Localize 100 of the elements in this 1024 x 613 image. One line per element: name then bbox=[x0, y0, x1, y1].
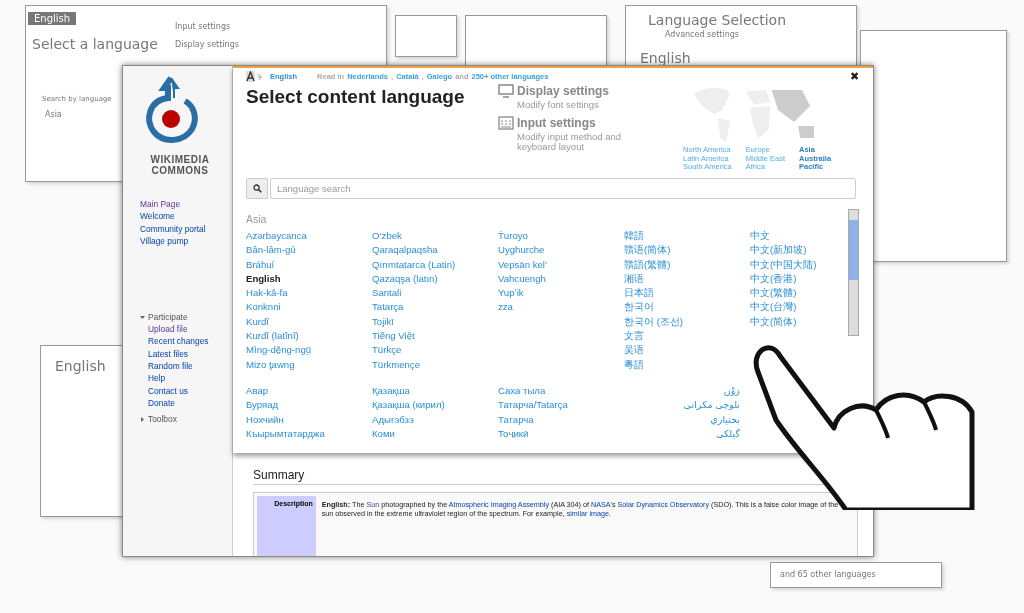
sketch-note: Language Selection bbox=[648, 12, 787, 28]
language-item[interactable]: Tatarça bbox=[372, 300, 404, 315]
language-item[interactable]: 贛语(简体) bbox=[624, 243, 671, 258]
language-item[interactable]: Буряад bbox=[246, 398, 279, 413]
language-item[interactable]: Konknni bbox=[246, 300, 281, 315]
language-item[interactable]: Mìng-dĕ̤ng-ngṳ̄ bbox=[246, 343, 312, 358]
language-item[interactable]: Mizo ţawng bbox=[246, 357, 295, 372]
dialog-title: Select content language bbox=[246, 86, 466, 109]
language-item[interactable]: Қазақша (кирил) bbox=[372, 398, 445, 413]
language-item[interactable]: بلوچی مکرانی bbox=[683, 398, 740, 413]
sketch-note: English bbox=[55, 358, 106, 374]
section-heading[interactable]: Participate bbox=[148, 311, 188, 324]
nav-link[interactable]: Random file bbox=[148, 360, 193, 373]
language-item[interactable]: Нохчийн bbox=[246, 412, 284, 427]
language-item[interactable]: Татарча/Tatarça bbox=[498, 398, 568, 413]
language-item[interactable]: zza bbox=[498, 300, 513, 315]
language-item[interactable]: 湘语 bbox=[624, 271, 644, 287]
language-item[interactable]: Tojikī bbox=[372, 314, 394, 330]
settings-description: Modify font settings bbox=[517, 100, 600, 110]
language-item[interactable]: 中文(繁體) bbox=[750, 286, 797, 301]
language-item[interactable]: Vahcuengh bbox=[498, 271, 546, 287]
caret-right-icon[interactable] bbox=[140, 416, 145, 422]
nav-link[interactable]: Upload file bbox=[148, 323, 188, 336]
sketch-note: and 65 other languages bbox=[780, 570, 876, 579]
search-button[interactable] bbox=[246, 178, 268, 199]
nav-link[interactable]: Contact us bbox=[148, 384, 189, 397]
language-item[interactable]: 中文 bbox=[750, 229, 770, 244]
language-item[interactable]: Santali bbox=[372, 286, 402, 301]
language-item[interactable]: Kurdî (latînî) bbox=[246, 329, 299, 344]
language-item[interactable]: Саха тыла bbox=[498, 383, 546, 399]
nav-link[interactable]: Village pump bbox=[140, 234, 189, 248]
sketch-note: Select a language bbox=[32, 36, 158, 52]
language-item[interactable]: گیلکی bbox=[716, 426, 740, 442]
language-item[interactable]: 한국어 (조선) bbox=[624, 314, 684, 330]
logo-text: WIKIMEDIA bbox=[149, 154, 211, 165]
close-button[interactable]: ✖ bbox=[850, 70, 859, 83]
language-item[interactable]: Türkçe bbox=[372, 343, 402, 358]
language-item[interactable]: 中文(简体) bbox=[750, 314, 797, 330]
settings-description: Modify input method and keyboard layout bbox=[517, 132, 623, 152]
language-item[interactable]: Bân-lâm-gú bbox=[246, 243, 296, 258]
section-heading[interactable]: Toolbox bbox=[148, 413, 177, 426]
language-item[interactable]: Qırımtatarca (Latin) bbox=[372, 257, 456, 272]
nav-link[interactable]: Recent changes bbox=[148, 335, 209, 348]
language-item[interactable]: 中文(台灣) bbox=[750, 300, 797, 315]
nav-link[interactable]: Help bbox=[148, 372, 166, 385]
nav-link[interactable]: Welcome bbox=[140, 210, 175, 223]
sketch-panel bbox=[395, 15, 457, 57]
language-item[interactable]: 贛語(繁體) bbox=[624, 257, 671, 272]
language-item[interactable]: Qaraqalpaqsha bbox=[372, 243, 438, 258]
search-icon bbox=[252, 184, 262, 193]
language-item[interactable]: Коми bbox=[372, 426, 395, 442]
language-item[interactable]: Türkmençe bbox=[372, 357, 420, 372]
keyboard-icon[interactable] bbox=[498, 116, 514, 130]
language-item[interactable]: 粵語 bbox=[624, 357, 644, 372]
language-item[interactable]: O‘zbek bbox=[372, 229, 402, 244]
sketch-note: Display settings bbox=[175, 40, 239, 49]
sketch-note: English bbox=[28, 12, 77, 25]
nav-link[interactable]: Latest files bbox=[148, 347, 189, 361]
language-item[interactable]: Uyghurche bbox=[498, 243, 545, 258]
language-item[interactable]: Ṫuroyo bbox=[498, 229, 528, 244]
language-item[interactable]: Адыгэбзэ bbox=[372, 412, 414, 427]
scroll-thumb[interactable] bbox=[849, 220, 858, 280]
scrollbar[interactable] bbox=[848, 209, 859, 336]
language-item[interactable]: 韓語 bbox=[624, 229, 644, 244]
language-item[interactable]: Hak-kâ-fa bbox=[246, 286, 288, 301]
language-item[interactable]: 中文(香港) bbox=[750, 271, 797, 287]
language-item[interactable]: 한국어 bbox=[624, 300, 654, 315]
language-item[interactable]: 吴语 bbox=[624, 343, 644, 358]
language-item[interactable]: زوْن bbox=[723, 383, 740, 399]
language-item[interactable]: English bbox=[246, 271, 281, 287]
sketch-note: English bbox=[640, 50, 691, 66]
language-item[interactable]: 中文(中国大陆) bbox=[750, 257, 817, 272]
group-heading: Asia bbox=[246, 213, 268, 225]
language-icon bbox=[246, 71, 264, 82]
caret-down-icon[interactable] bbox=[140, 314, 145, 320]
language-item[interactable]: 文言 bbox=[624, 329, 644, 344]
nav-link[interactable]: Community portal bbox=[140, 222, 206, 235]
language-item[interactable]: Авар bbox=[246, 383, 269, 399]
settings-link[interactable]: Display settings bbox=[517, 84, 652, 98]
language-item[interactable]: بختياري bbox=[710, 412, 740, 427]
language-item[interactable]: Tiếng Việt bbox=[372, 329, 415, 344]
sketch-note: Input settings bbox=[175, 22, 231, 31]
settings-link[interactable]: Input settings bbox=[517, 116, 652, 130]
monitor-icon[interactable] bbox=[498, 84, 514, 98]
language-item[interactable]: Yupʼik bbox=[498, 286, 524, 301]
nav-link[interactable]: Main Page bbox=[140, 198, 181, 211]
sketch-note: Asia bbox=[45, 110, 62, 119]
language-item[interactable]: Vepsän kel’ bbox=[498, 257, 548, 272]
language-item[interactable]: Azərbaycanca bbox=[246, 229, 307, 244]
language-item[interactable]: Къырымтатарджа bbox=[246, 426, 325, 442]
search-field[interactable]: Language search bbox=[270, 178, 856, 199]
language-item[interactable]: Qazaqşa (latın) bbox=[372, 271, 438, 287]
language-item[interactable]: Татарча bbox=[498, 412, 534, 427]
language-item[interactable]: Bráhuí bbox=[246, 257, 275, 272]
language-item[interactable]: Kurdî bbox=[246, 314, 269, 330]
language-item[interactable]: 中文(新加坡) bbox=[750, 243, 807, 258]
nav-link[interactable]: Donate bbox=[148, 396, 175, 410]
language-item[interactable]: Тоҷикӣ bbox=[498, 426, 529, 442]
language-item[interactable]: Қазақша bbox=[372, 383, 410, 399]
language-item[interactable]: 日本語 bbox=[624, 286, 654, 301]
